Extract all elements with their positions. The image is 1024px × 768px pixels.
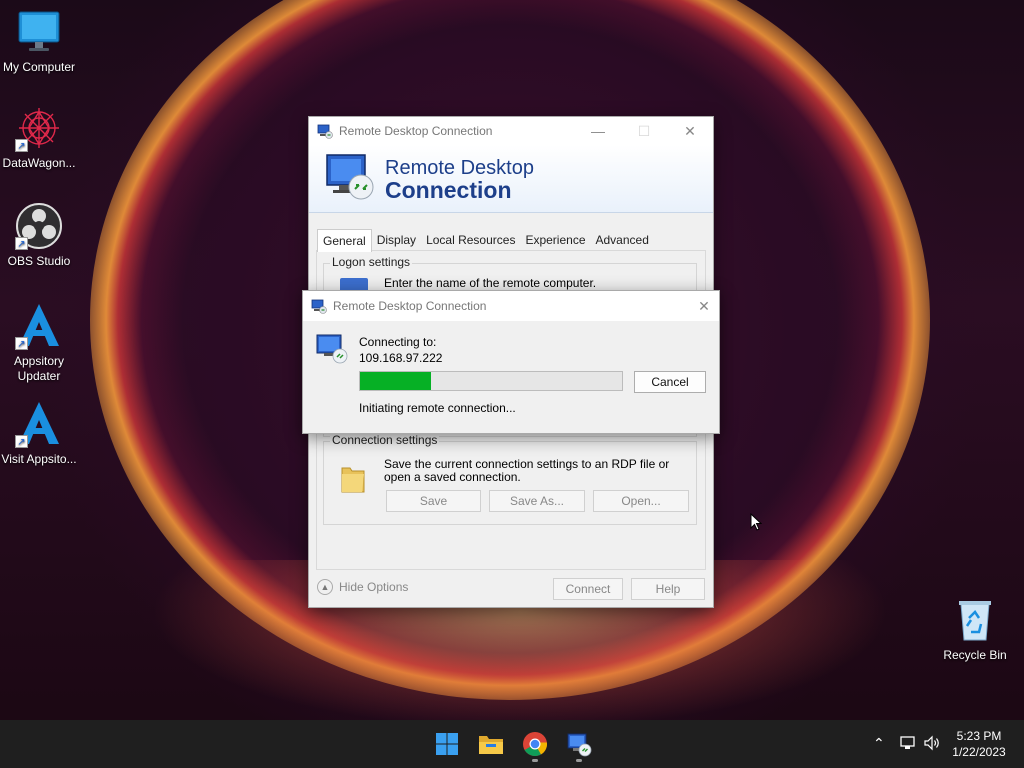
open-button[interactable]: Open...	[593, 490, 689, 512]
dialog-titlebar[interactable]: Remote Desktop Connection ✕	[303, 291, 719, 321]
logon-instructions: Enter the name of the remote computer.	[384, 276, 597, 290]
clock-date: 1/22/2023	[952, 745, 1006, 759]
remote-desktop-icon	[311, 298, 327, 314]
tab-experience[interactable]: Experience	[520, 229, 590, 252]
desktop-icon-label: OBS Studio	[7, 254, 71, 268]
rdc-banner: Remote Desktop Connection	[309, 145, 713, 213]
network-icon[interactable]	[899, 734, 917, 755]
dialog-title: Remote Desktop Connection	[333, 299, 487, 313]
computer-icon	[340, 278, 368, 290]
shortcut-arrow-icon: ↗	[15, 237, 28, 250]
dialog-close-button[interactable]: ✕	[689, 292, 719, 320]
clock-time: 5:23 PM	[956, 729, 1002, 743]
rdc-titlebar[interactable]: Remote Desktop Connection — ☐ ✕	[309, 117, 713, 145]
tab-advanced[interactable]: Advanced	[591, 229, 654, 252]
mouse-cursor-icon	[750, 512, 763, 531]
desktop-icon-recycle-bin[interactable]: Recycle Bin	[936, 596, 1014, 663]
connection-progress-bar	[359, 371, 623, 391]
connection-status: Initiating remote connection...	[359, 401, 516, 415]
connect-button[interactable]: Connect	[553, 578, 623, 600]
desktop-icon-visit-appsitory[interactable]: ↗ Visit Appsito...	[0, 400, 78, 467]
obs-logo-icon: ↗	[15, 202, 63, 250]
desktop-icon-label: Recycle Bin	[943, 648, 1007, 662]
chrome-icon[interactable]	[521, 730, 549, 758]
shortcut-arrow-icon: ↗	[15, 435, 28, 448]
desktop-icon-my-computer[interactable]: My Computer	[0, 8, 78, 75]
tab-general[interactable]: General	[317, 229, 372, 252]
remote-desktop-icon	[317, 123, 333, 139]
hide-options-toggle[interactable]: ▲ Hide Options	[317, 579, 408, 595]
tab-strip: General Display Local Resources Experien…	[317, 229, 654, 252]
recycle-bin-icon	[951, 596, 999, 644]
logon-settings-title: Logon settings	[330, 255, 413, 269]
volume-icon[interactable]	[923, 734, 941, 755]
desktop-icon-label: DataWagon...	[2, 156, 76, 170]
show-hidden-icons-chevron-up-icon[interactable]: ⌃	[873, 735, 885, 752]
chrome-running-indicator	[532, 759, 538, 762]
appsitory-logo-icon: ↗	[15, 302, 63, 350]
hide-options-label: Hide Options	[339, 580, 409, 594]
appsitory-logo-icon: ↗	[15, 400, 63, 448]
cancel-button[interactable]: Cancel	[634, 371, 706, 393]
desktop-icon-label: Visit Appsito...	[1, 452, 77, 466]
windows-start-icon[interactable]	[433, 730, 461, 758]
progress-fill	[360, 372, 431, 390]
minimize-button[interactable]: —	[575, 117, 621, 145]
save-button[interactable]: Save	[386, 490, 481, 512]
monitor-icon	[15, 8, 63, 56]
chevron-up-icon: ▲	[317, 579, 333, 595]
help-button[interactable]: Help	[631, 578, 705, 600]
maximize-button[interactable]: ☐	[621, 117, 667, 145]
rdc-banner-logo-icon	[323, 153, 377, 205]
banner-title-line2: Connection	[385, 177, 512, 203]
tab-display[interactable]: Display	[372, 229, 421, 252]
clock[interactable]: 5:23 PM 1/22/2023	[948, 728, 1010, 760]
remote-desktop-icon[interactable]	[565, 730, 593, 758]
shortcut-arrow-icon: ↗	[15, 139, 28, 152]
dialog-computer-icon	[315, 333, 349, 367]
rdc-running-indicator	[576, 759, 582, 762]
connecting-to-label: Connecting to:	[359, 335, 437, 349]
connecting-dialog: Remote Desktop Connection ✕ Connecting t…	[302, 290, 720, 434]
connection-settings-text: Save the current connection settings to …	[384, 457, 670, 484]
file-explorer-icon[interactable]	[477, 730, 505, 758]
connection-settings-group: Connection settings Save the current con…	[323, 433, 697, 525]
datawagon-logo-icon: ↗	[15, 104, 63, 152]
taskbar: ⌃ 5:23 PM 1/22/2023	[0, 720, 1024, 768]
close-button[interactable]: ✕	[667, 117, 713, 145]
tab-local-resources[interactable]: Local Resources	[421, 229, 520, 252]
desktop-icon-appsitory-updater[interactable]: ↗ Appsitory Updater	[0, 302, 78, 384]
desktop-icon-label: My Computer	[2, 60, 76, 74]
save-as-button[interactable]: Save As...	[489, 490, 585, 512]
connection-settings-title: Connection settings	[330, 433, 440, 447]
remote-address: 109.168.97.222	[359, 351, 443, 365]
desktop-icon-obs-studio[interactable]: ↗ OBS Studio	[0, 202, 78, 269]
folder-icon	[338, 462, 368, 496]
shortcut-arrow-icon: ↗	[15, 337, 28, 350]
window-title: Remote Desktop Connection	[339, 124, 493, 138]
desktop-icon-label: Appsitory Updater	[13, 354, 65, 383]
desktop-icon-datawagon[interactable]: ↗ DataWagon...	[0, 104, 78, 171]
